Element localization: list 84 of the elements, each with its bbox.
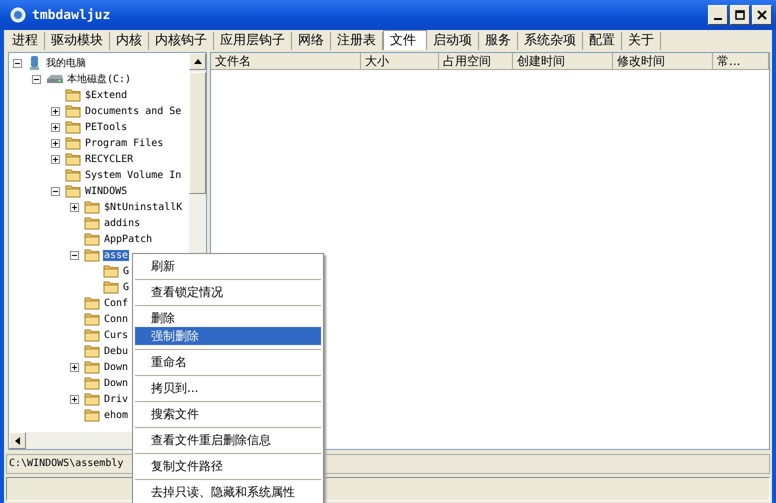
folder-icon (65, 152, 82, 166)
close-icon (757, 10, 767, 20)
expand-icon[interactable] (70, 202, 79, 212)
tree-item[interactable]: Documents and Se (84, 106, 182, 116)
close-button[interactable] (752, 5, 772, 25)
expand-icon[interactable] (51, 138, 60, 148)
menu-item[interactable]: 刷新 (135, 257, 321, 275)
folder-icon (84, 392, 101, 406)
tree-item[interactable]: Program Files (84, 138, 164, 148)
menu-item[interactable]: 拷贝到... (135, 379, 321, 397)
folder-icon (84, 216, 101, 230)
expand-icon[interactable] (51, 122, 60, 132)
tree-item[interactable]: Curs (103, 330, 130, 340)
tree-item[interactable]: System Volume In (84, 170, 182, 180)
expand-icon[interactable] (70, 362, 79, 372)
folder-icon (103, 280, 120, 294)
tree-item[interactable]: ehom (103, 410, 130, 420)
column-header[interactable]: 修改时间 (613, 53, 713, 70)
column-header[interactable]: 文件名 (211, 53, 361, 70)
window-title: tmbdawljuz (32, 8, 112, 22)
folder-icon (84, 376, 101, 390)
collapse-icon[interactable] (32, 74, 41, 84)
folder-icon (65, 184, 82, 198)
folder-icon (65, 104, 82, 118)
menu-item[interactable]: 查看文件重启删除信息 (135, 431, 321, 449)
folder-icon (84, 360, 101, 374)
folder-icon (103, 264, 120, 278)
tree-item[interactable]: Down (103, 378, 130, 388)
minimize-icon (714, 18, 722, 20)
folder-icon (84, 200, 101, 214)
expand-icon[interactable] (51, 106, 60, 116)
minimize-button[interactable] (708, 5, 728, 25)
folder-icon (84, 232, 101, 246)
folder-icon (65, 88, 82, 102)
folder-icon (84, 328, 101, 342)
app-icon (10, 7, 26, 23)
path-text: C:\WINDOWS\assembly (9, 458, 124, 469)
tab[interactable]: 文件 (383, 30, 427, 50)
column-header[interactable]: 常... (713, 53, 769, 70)
folder-icon (84, 296, 101, 310)
tree-item[interactable]: Conn (103, 314, 130, 324)
collapse-icon[interactable] (51, 186, 60, 196)
menu-item[interactable]: 搜索文件 (135, 405, 321, 423)
folder-icon (84, 408, 101, 422)
menu-item[interactable]: 重命名 (135, 353, 321, 371)
tree-item[interactable]: G (122, 266, 130, 276)
tree-item[interactable]: Conf (103, 298, 130, 308)
tree-item[interactable]: Down (103, 362, 130, 372)
tree-item[interactable]: addins (103, 218, 142, 228)
collapse-icon[interactable] (70, 250, 79, 260)
menu-item[interactable]: 复制文件路径 (135, 457, 321, 475)
tree-item[interactable]: Driv (103, 394, 130, 404)
tree-item[interactable]: asse (103, 250, 130, 260)
maximize-button[interactable] (730, 5, 750, 25)
tree-item[interactable]: PETools (84, 122, 128, 132)
collapse-icon[interactable] (13, 58, 22, 68)
menu-item[interactable]: 查看锁定情况 (135, 283, 321, 301)
folder-icon (65, 120, 82, 134)
left-arrow-icon (15, 436, 20, 444)
column-header[interactable]: 大小 (361, 53, 439, 70)
tree-item[interactable]: AppPatch (103, 234, 154, 244)
tree-item[interactable]: $Extend (84, 90, 128, 100)
tree-item[interactable]: RECYCLER (84, 154, 134, 164)
tree-item[interactable]: Debu (103, 346, 130, 356)
folder-icon (84, 312, 101, 326)
folder-icon (84, 248, 101, 262)
folder-icon (65, 136, 82, 150)
folder-icon (84, 344, 101, 358)
drive-icon (46, 73, 64, 85)
tree-item[interactable]: WINDOWS (84, 186, 128, 196)
column-header[interactable]: 创建时间 (513, 53, 613, 70)
menu-item[interactable]: 去掉只读、隐藏和系统属性 (135, 483, 321, 501)
maximize-icon (735, 10, 745, 20)
tree-item[interactable]: 本地磁盘(C:) (66, 72, 132, 86)
tree-item[interactable]: $NtUninstallK (103, 202, 184, 212)
expand-icon[interactable] (51, 154, 60, 164)
up-arrow-icon (194, 59, 202, 64)
menu-item[interactable]: 删除 (135, 309, 321, 327)
expand-icon[interactable] (70, 394, 79, 404)
menu-item[interactable]: 强制删除 (135, 327, 321, 345)
folder-icon (65, 168, 82, 182)
tree-item[interactable]: 我的电脑 (45, 56, 87, 70)
column-header[interactable]: 占用空间 (439, 53, 513, 70)
tree-item[interactable]: G (122, 282, 130, 292)
